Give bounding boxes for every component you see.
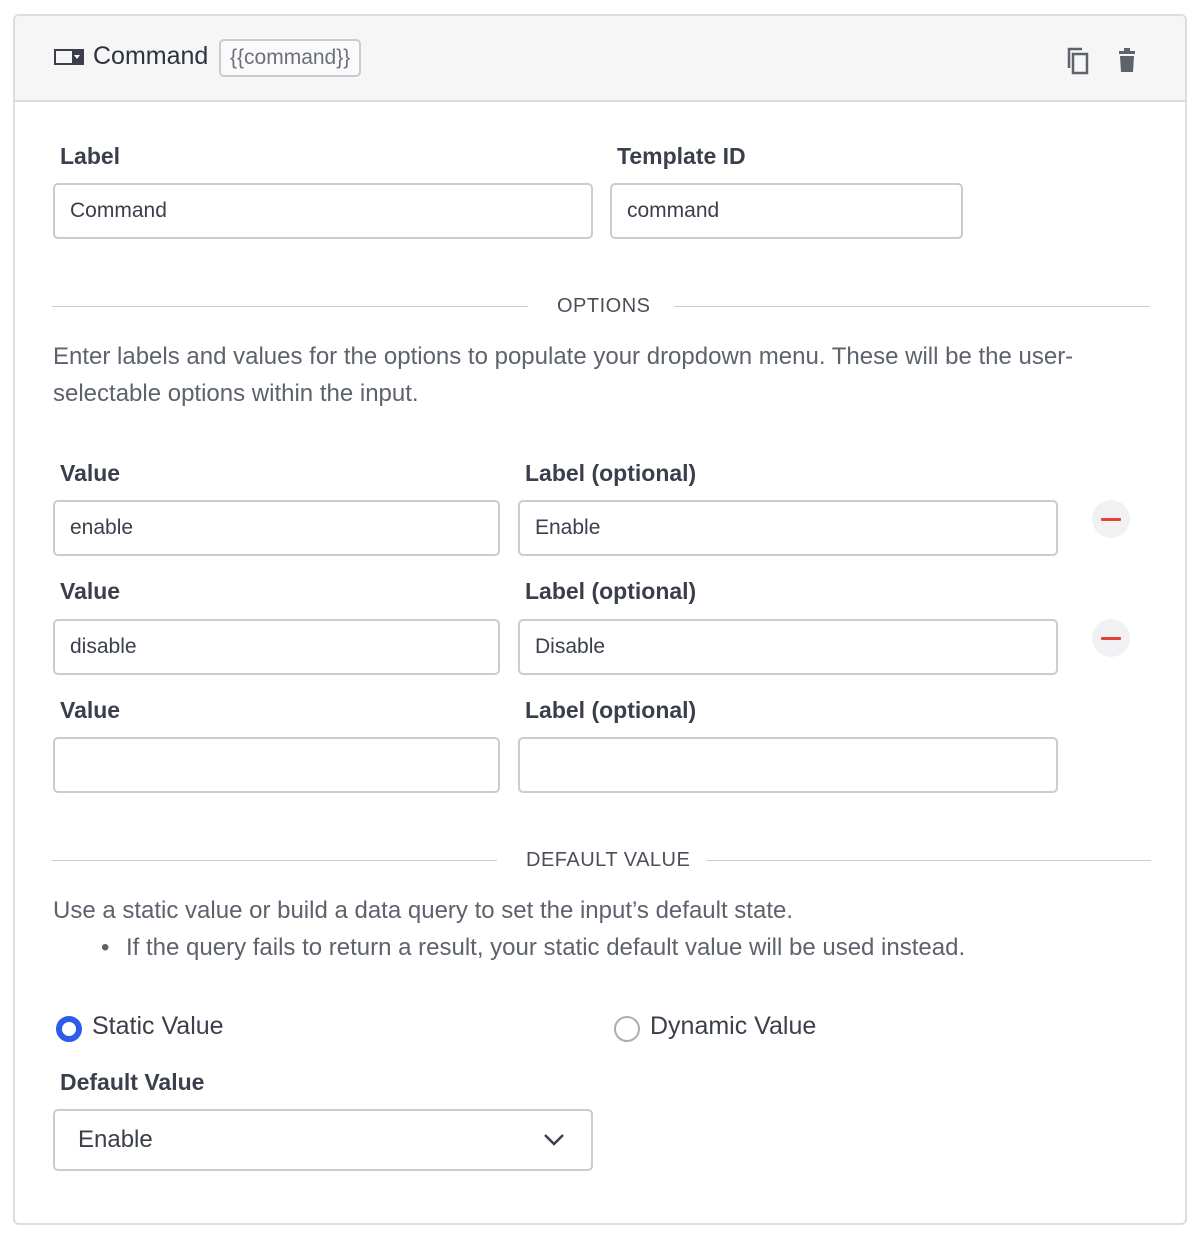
copy-icon (1067, 47, 1089, 75)
option-label-label: Label (optional) (525, 697, 697, 723)
option-label-label: Label (optional) (525, 578, 697, 604)
dynamic-value-radio-label: Dynamic Value (650, 1012, 817, 1040)
remove-option-button[interactable] (1092, 619, 1130, 657)
option-label-label: Label (optional) (525, 460, 697, 486)
default-divider-left (52, 860, 497, 861)
delete-button[interactable] (1114, 46, 1140, 76)
default-value-selected: Enable (78, 1126, 153, 1153)
remove-option-button[interactable] (1092, 500, 1130, 538)
option-value-label: Value (60, 578, 121, 604)
minus-icon (1101, 518, 1121, 521)
option-value-label: Value (60, 460, 121, 486)
duplicate-button[interactable] (1065, 46, 1091, 76)
bullet-icon: • (101, 934, 110, 961)
dynamic-value-radio[interactable]: Dynamic Value (614, 1011, 844, 1047)
command-input-card: Command {{command}} Label Template ID OP… (13, 14, 1187, 1225)
radio-unselected-icon (614, 1016, 640, 1042)
option-label-input[interactable] (518, 619, 1058, 675)
default-help-bullet-text: If the query fails to return a result, y… (126, 934, 966, 961)
default-divider-right (706, 860, 1151, 861)
chevron-down-icon (544, 1134, 564, 1146)
option-value-label: Value (60, 697, 121, 723)
option-label-input[interactable] (518, 500, 1058, 556)
options-section-title: OPTIONS (557, 295, 651, 317)
options-divider-right (674, 306, 1150, 307)
static-value-radio[interactable]: Static Value (56, 1011, 256, 1047)
card-title: Command (93, 42, 209, 70)
trash-icon (1119, 48, 1135, 72)
dropdown-input-icon (54, 49, 84, 65)
minus-icon (1101, 637, 1121, 640)
options-divider-left (52, 306, 528, 307)
option-value-input[interactable] (53, 500, 500, 556)
template-id-input[interactable] (610, 183, 963, 239)
template-id-badge: {{command}} (219, 39, 362, 77)
default-value-label: Default Value (60, 1069, 205, 1095)
label-field-label: Label (60, 143, 121, 169)
default-help-text: Use a static value or build a data query… (53, 897, 794, 924)
option-value-input[interactable] (53, 737, 500, 793)
options-help-text: Enter labels and values for the options … (53, 343, 1074, 407)
option-label-input[interactable] (518, 737, 1058, 793)
static-value-radio-label: Static Value (92, 1012, 224, 1040)
option-value-input[interactable] (53, 619, 500, 675)
radio-selected-icon (56, 1016, 82, 1042)
label-input[interactable] (53, 183, 593, 239)
template-id-field-label: Template ID (617, 143, 746, 169)
default-section-title: DEFAULT VALUE (526, 849, 691, 871)
default-value-select[interactable]: Enable (53, 1109, 593, 1171)
card-header: Command {{command}} (15, 16, 1185, 102)
